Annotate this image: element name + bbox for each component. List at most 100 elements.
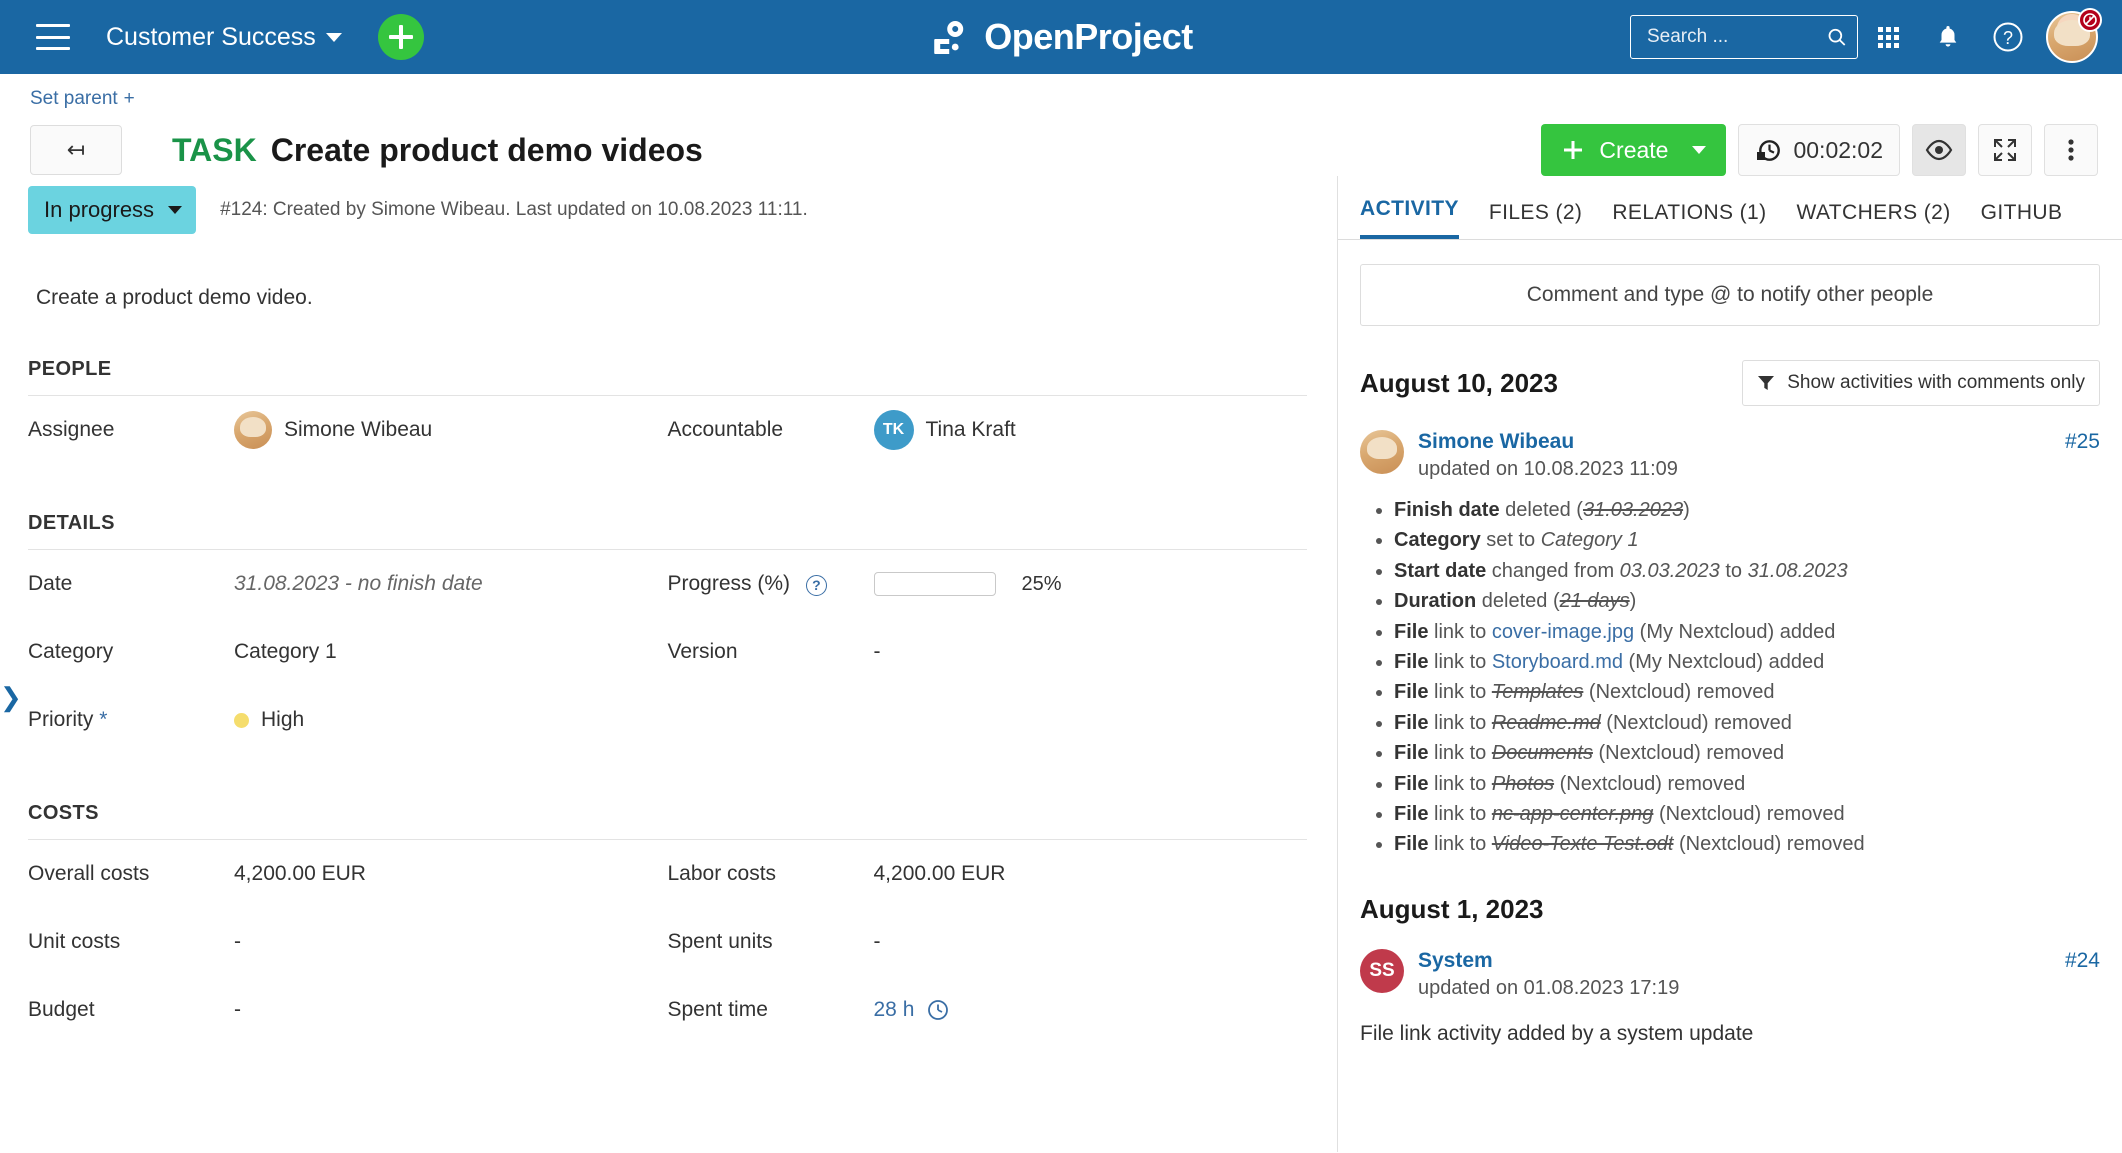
progress-value: 25% [1021, 572, 1062, 595]
activity-number[interactable]: #24 [2065, 949, 2100, 973]
more-vertical-icon [2068, 139, 2074, 161]
unit-costs-value[interactable]: - [234, 930, 241, 954]
attribute-value[interactable]: High [234, 708, 304, 732]
set-parent-label: Set parent [30, 88, 118, 109]
attribute-label: Progress (%) ? [668, 572, 874, 596]
attribute-value[interactable]: TK Tina Kraft [873, 410, 1016, 450]
change-old-value: Photos [1491, 772, 1555, 795]
help-icon[interactable]: ? [805, 574, 827, 596]
openproject-mark-icon [934, 21, 964, 54]
people-attributes: Assignee Simone Wibeau Accountable TK Ti… [28, 396, 1307, 464]
create-label: Create [1599, 136, 1669, 163]
tab-activity[interactable]: ACTIVITY [1360, 197, 1459, 239]
activity-entry-header: Simone Wibeau updated on 10.08.2023 11:0… [1360, 430, 2100, 481]
change-old-value: 21 days [1559, 590, 1630, 613]
details-attributes: Date 31.08.2023 - no finish date Progres… [28, 550, 1307, 754]
date-value[interactable]: 31.08.2023 - no finish date [234, 572, 483, 596]
back-button[interactable]: ↤ [30, 125, 122, 175]
tab-watchers[interactable]: WATCHERS (2) [1797, 201, 1951, 239]
change-field: File [1394, 742, 1429, 765]
change-text: (Nextcloud) removed [1653, 802, 1845, 825]
spent-units-value[interactable]: - [874, 930, 881, 954]
help-button[interactable]: ? [1978, 8, 2038, 66]
activity-body: File link activity added by a system upd… [1360, 1021, 1754, 1045]
progress-bar[interactable] [873, 572, 996, 596]
attribute-budget: Budget - [28, 976, 668, 1044]
change-field: File [1394, 620, 1429, 643]
change-text: set to [1480, 529, 1541, 552]
fullscreen-button[interactable] [1978, 124, 2032, 176]
change-field: Finish date [1394, 499, 1500, 521]
avatar-initials: SS [1360, 948, 1404, 993]
spent-time-link[interactable]: 28 h [874, 998, 915, 1022]
change-text: to [1719, 559, 1748, 582]
watch-button[interactable] [1912, 124, 1966, 176]
global-create-button[interactable] [377, 14, 424, 60]
tab-files[interactable]: FILES (2) [1489, 201, 1582, 239]
activity-group-header: August 1, 2023 [1360, 894, 2100, 925]
attribute-unit-costs: Unit costs - [28, 908, 668, 976]
activity-change-item: File link to nc-app-center.png (Nextclou… [1394, 799, 2100, 829]
hamburger-menu-icon[interactable] [36, 24, 70, 50]
create-button[interactable]: Create [1541, 124, 1727, 176]
plus-icon [1564, 141, 1583, 159]
version-value[interactable]: - [874, 640, 881, 664]
change-text: (Nextcloud) removed [1583, 681, 1775, 704]
budget-value[interactable]: - [234, 998, 241, 1022]
status-label: In progress [44, 197, 155, 222]
change-field: Duration [1394, 590, 1477, 613]
attribute-label: Spent time [667, 998, 768, 1021]
attribute-accountable: Accountable TK Tina Kraft [668, 396, 1308, 464]
attribute-value[interactable]: Simone Wibeau [234, 411, 432, 449]
attribute-spent-units: Spent units - [668, 908, 1308, 976]
change-new-value: 31.08.2023 [1747, 559, 1848, 582]
work-package-subject[interactable]: Create product demo videos [271, 132, 703, 169]
priority-value: High [261, 708, 305, 731]
modules-button[interactable] [1858, 8, 1918, 66]
labor-costs-value[interactable]: 4,200.00 EUR [874, 862, 1006, 886]
change-new-value: Category 1 [1540, 529, 1639, 552]
attribute-label: Version [667, 640, 738, 663]
overall-costs-value[interactable]: 4,200.00 EUR [234, 862, 366, 886]
category-value[interactable]: Category 1 [234, 640, 337, 664]
more-menu-button[interactable] [2044, 124, 2098, 176]
tab-github[interactable]: GITHUB [1981, 201, 2063, 239]
activity-timestamp: updated on 10.08.2023 11:09 [1418, 458, 1678, 480]
change-link[interactable]: cover-image.jpg [1492, 621, 1634, 643]
activity-timestamp: updated on 01.08.2023 17:19 [1418, 976, 1680, 999]
timer-value: 00:02:02 [1793, 136, 1883, 163]
comment-input[interactable]: Comment and type @ to notify other peopl… [1360, 264, 2100, 326]
clock-icon[interactable] [926, 998, 950, 1022]
question-icon: ? [1993, 22, 2023, 52]
status-row: In progress #124: Created by Simone Wibe… [0, 176, 1337, 234]
change-link[interactable]: Storyboard.md [1492, 651, 1623, 673]
attribute-value: 28 h [874, 998, 951, 1022]
topbar-right-actions: ? [1630, 8, 2104, 66]
openproject-logo[interactable]: OpenProject [929, 16, 1193, 58]
activity-user[interactable]: System [1418, 949, 1679, 973]
change-text: link to [1428, 833, 1492, 856]
filter-label: Show activities with comments only [1787, 372, 2085, 393]
user-avatar-button[interactable] [2046, 8, 2102, 63]
change-text: (Nextcloud) removed [1673, 833, 1865, 856]
search-box[interactable] [1630, 15, 1858, 59]
filter-comments-button[interactable]: Show activities with comments only [1742, 360, 2100, 406]
search-icon[interactable] [1826, 25, 1847, 49]
set-parent-button[interactable]: Set parent + [30, 88, 135, 110]
attribute-value[interactable]: 25% [873, 572, 1062, 596]
description-text[interactable]: Create a product demo video. [0, 234, 1337, 310]
time-tracking-button[interactable]: 00:02:02 [1738, 124, 1900, 176]
change-field: File [1394, 681, 1429, 704]
activity-change-item: File link to Templates (Nextcloud) remov… [1394, 677, 2100, 707]
activity-date: August 1, 2023 [1360, 893, 1544, 924]
status-button[interactable]: In progress [28, 186, 197, 234]
activity-user[interactable]: Simone Wibeau [1418, 430, 1678, 454]
tab-relations[interactable]: RELATIONS (1) [1612, 201, 1766, 239]
search-input[interactable] [1645, 25, 1826, 49]
notifications-button[interactable] [1918, 8, 1978, 66]
activity-number[interactable]: #25 [2065, 430, 2100, 454]
activity-pane: ACTIVITY FILES (2) RELATIONS (1) WATCHER… [1338, 176, 2122, 1152]
expand-sidebar-handle[interactable]: ❯ [0, 684, 22, 710]
project-selector[interactable]: Customer Success [106, 23, 342, 52]
change-field: File [1394, 772, 1429, 795]
